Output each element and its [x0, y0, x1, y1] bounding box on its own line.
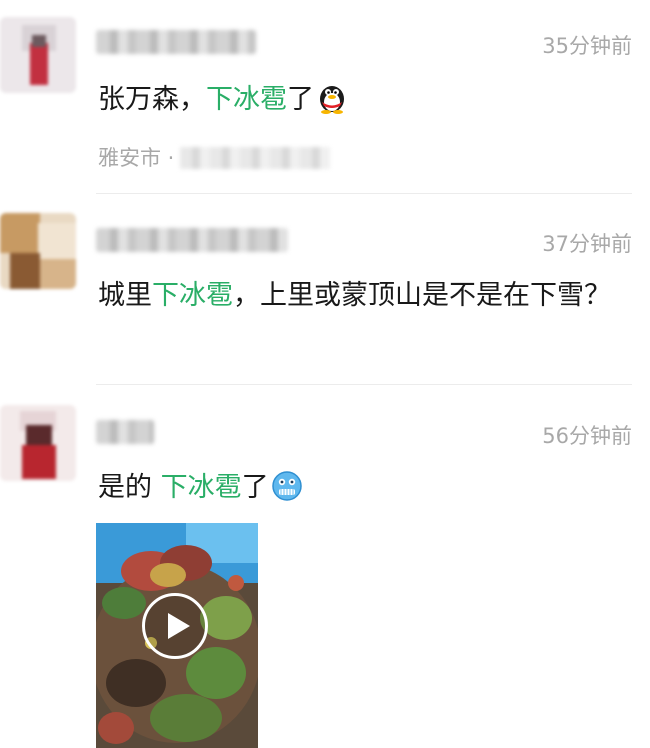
comment-time: 56分钟前 — [542, 424, 632, 448]
avatar[interactable] — [0, 17, 76, 93]
avatar[interactable] — [0, 405, 76, 481]
highlight-keyword[interactable]: 下冰雹 — [161, 472, 242, 503]
username[interactable] — [96, 228, 288, 252]
comment-time: 37分钟前 — [542, 232, 632, 256]
text-after: ，上里或蒙顶山是不是在下雪？ — [233, 280, 611, 311]
username[interactable] — [96, 420, 154, 444]
comment-time: 35分钟前 — [542, 34, 632, 58]
username[interactable] — [96, 30, 256, 54]
play-icon[interactable] — [142, 593, 208, 659]
divider — [96, 384, 632, 385]
video-thumbnail[interactable] — [96, 523, 258, 748]
text-before: 是的 — [98, 472, 161, 503]
qq-penguin-icon — [316, 82, 348, 128]
avatar[interactable] — [0, 213, 76, 289]
location-label: 雅安市 · — [98, 146, 175, 170]
text-before: 城里 — [98, 280, 152, 311]
location[interactable]: 雅安市 · — [98, 142, 331, 172]
comment-text: 城里下冰雹，上里或蒙顶山是不是在下雪？ — [98, 274, 628, 318]
location-detail-blurred — [180, 147, 331, 169]
divider — [96, 193, 632, 194]
comment-text: 是的 下冰雹了 — [98, 466, 628, 516]
text-after: 了 — [287, 84, 314, 115]
text-before: 张万森， — [98, 84, 206, 115]
highlight-keyword[interactable]: 下冰雹 — [152, 280, 233, 311]
text-after: 了 — [241, 472, 269, 503]
comment-text: 张万森，下冰雹了 — [98, 78, 628, 128]
freezing-face-icon — [271, 470, 303, 516]
highlight-keyword[interactable]: 下冰雹 — [206, 84, 287, 115]
